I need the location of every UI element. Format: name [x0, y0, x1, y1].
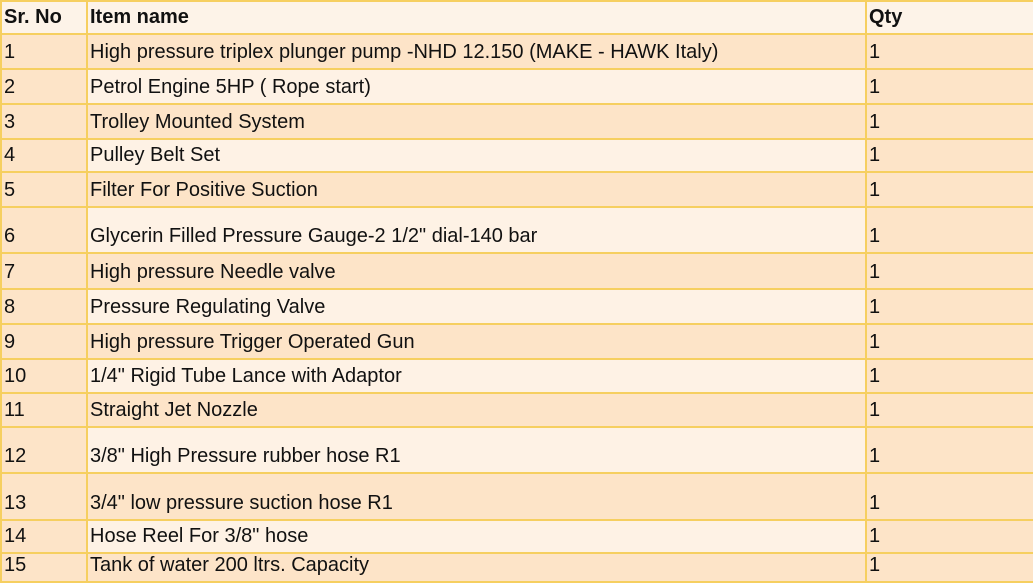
qty-cell: 1	[865, 68, 1033, 105]
qty-cell: 1	[865, 171, 1033, 208]
table-row: 2 Petrol Engine 5HP ( Rope start) 1	[0, 68, 1033, 105]
qty-cell: 1	[865, 252, 1033, 290]
table-row: 6 Glycerin Filled Pressure Gauge-2 1/2" d…	[0, 206, 1033, 254]
table-row: 14 Hose Reel For 3/8" hose 1	[0, 519, 1033, 554]
table-row: 15 Tank of water 200 ltrs. Capacity 1	[0, 552, 1033, 583]
qty-cell: 1	[865, 519, 1033, 554]
qty-cell: 1	[865, 392, 1033, 428]
table-row: 8 Pressure Regulating Valve 1	[0, 288, 1033, 325]
sr-cell: 9	[0, 323, 88, 360]
table-row: 9 High pressure Trigger Operated Gun 1	[0, 323, 1033, 360]
item-name-cell: Tank of water 200 ltrs. Capacity	[86, 552, 867, 583]
item-name-cell: High pressure triplex plunger pump -NHD …	[86, 33, 867, 70]
sr-cell: 7	[0, 252, 88, 290]
header-sr-no: Sr. No	[0, 0, 88, 35]
items-table: Sr. No Item name Qty 1 High pressure trip…	[0, 0, 1033, 583]
item-name-cell: Pressure Regulating Valve	[86, 288, 867, 325]
sr-cell: 2	[0, 68, 88, 105]
sr-cell: 15	[0, 552, 88, 583]
item-name-cell: Trolley Mounted System	[86, 103, 867, 140]
table-row: 11 Straight Jet Nozzle 1	[0, 392, 1033, 428]
item-name-cell: Hose Reel For 3/8" hose	[86, 519, 867, 554]
table-row: 10 1/4" Rigid Tube Lance with Adaptor 1	[0, 358, 1033, 394]
qty-cell: 1	[865, 138, 1033, 173]
qty-cell: 1	[865, 206, 1033, 254]
item-name-cell: 1/4" Rigid Tube Lance with Adaptor	[86, 358, 867, 394]
table-row: 5 Filter For Positive Suction 1	[0, 171, 1033, 208]
sr-cell: 5	[0, 171, 88, 208]
sr-cell: 13	[0, 472, 88, 521]
qty-cell: 1	[865, 103, 1033, 140]
qty-cell: 1	[865, 288, 1033, 325]
item-name-cell: Petrol Engine 5HP ( Rope start)	[86, 68, 867, 105]
item-name-cell: Pulley Belt Set	[86, 138, 867, 173]
item-name-cell: Filter For Positive Suction	[86, 171, 867, 208]
qty-cell: 1	[865, 323, 1033, 360]
item-name-cell: 3/8" High Pressure rubber hose R1	[86, 426, 867, 474]
table-header-row: Sr. No Item name Qty	[0, 0, 1033, 35]
item-name-cell: High pressure Needle valve	[86, 252, 867, 290]
table-row: 3 Trolley Mounted System 1	[0, 103, 1033, 140]
qty-cell: 1	[865, 552, 1033, 583]
sr-cell: 4	[0, 138, 88, 173]
table-row: 4 Pulley Belt Set 1	[0, 138, 1033, 173]
sr-cell: 14	[0, 519, 88, 554]
item-name-cell: Glycerin Filled Pressure Gauge-2 1/2" di…	[86, 206, 867, 254]
item-name-cell: 3/4" low pressure suction hose R1	[86, 472, 867, 521]
sr-cell: 1	[0, 33, 88, 70]
sr-cell: 12	[0, 426, 88, 474]
item-name-cell: Straight Jet Nozzle	[86, 392, 867, 428]
sr-cell: 11	[0, 392, 88, 428]
table-row: 13 3/4" low pressure suction hose R1 1	[0, 472, 1033, 521]
header-qty: Qty	[865, 0, 1033, 35]
sr-cell: 3	[0, 103, 88, 140]
qty-cell: 1	[865, 472, 1033, 521]
item-name-cell: High pressure Trigger Operated Gun	[86, 323, 867, 360]
table-row: 7 High pressure Needle valve 1	[0, 252, 1033, 290]
qty-cell: 1	[865, 33, 1033, 70]
qty-cell: 1	[865, 426, 1033, 474]
sr-cell: 6	[0, 206, 88, 254]
header-item-name: Item name	[86, 0, 867, 35]
sr-cell: 10	[0, 358, 88, 394]
table-row: 1 High pressure triplex plunger pump -NHD…	[0, 33, 1033, 70]
qty-cell: 1	[865, 358, 1033, 394]
sr-cell: 8	[0, 288, 88, 325]
table-row: 12 3/8" High Pressure rubber hose R1 1	[0, 426, 1033, 474]
